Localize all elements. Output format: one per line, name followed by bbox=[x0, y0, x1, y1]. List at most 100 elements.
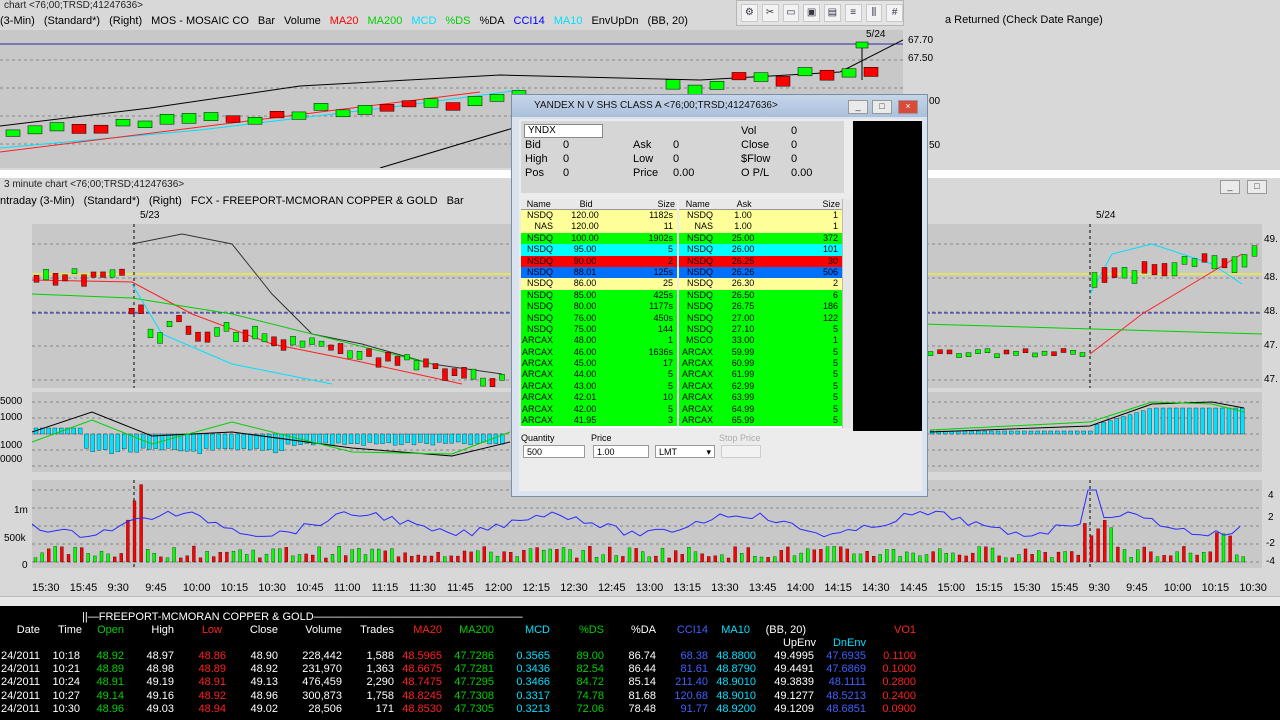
quantity-input[interactable]: 500 bbox=[523, 445, 585, 458]
table-header-cell[interactable]: Open bbox=[92, 624, 124, 637]
table-header-cell[interactable]: %DA bbox=[620, 624, 656, 637]
top-indicator[interactable]: %DS bbox=[445, 15, 470, 27]
main-indicator[interactable]: (Standard*) bbox=[84, 195, 140, 207]
table-header-cell[interactable]: High bbox=[144, 624, 174, 637]
table-header-cell[interactable]: MA200 bbox=[448, 624, 494, 637]
top-indicator[interactable]: (Standard*) bbox=[44, 15, 100, 27]
table-header-cell[interactable]: Close bbox=[248, 624, 278, 637]
book-row[interactable]: NSDQ 88.01 125s bbox=[521, 266, 677, 279]
top-indicator[interactable]: (Right) bbox=[109, 15, 142, 27]
top-indicator[interactable]: EnvUpDn bbox=[591, 15, 638, 27]
minimize-button[interactable]: _ bbox=[1220, 180, 1240, 194]
folder-icon[interactable]: ▭ bbox=[782, 4, 800, 22]
book-row[interactable]: NSDQ 25.00 372 bbox=[679, 232, 842, 245]
top-indicator[interactable]: MA10 bbox=[554, 15, 583, 27]
settings-icon[interactable]: ⚙ bbox=[741, 4, 758, 22]
table-row[interactable]: 24/2011 10:18 48.92 48.97 48.86 48.90 228,442 1… bbox=[0, 650, 1280, 663]
book-row[interactable]: ARCAX 41.95 3 bbox=[521, 415, 677, 427]
symbol-input[interactable]: YNDX bbox=[524, 124, 603, 138]
level2-window[interactable]: YANDEX N V SHS CLASS A <76;00;TRSD;41247… bbox=[511, 94, 928, 497]
level2-titlebar[interactable]: YANDEX N V SHS CLASS A <76;00;TRSD;41247… bbox=[512, 95, 927, 117]
main-indicator[interactable]: FCX - FREEPORT-MCMORAN COPPER & GOLD bbox=[191, 195, 438, 207]
book-row[interactable]: NSDQ 75.00 144 bbox=[521, 323, 677, 336]
right-top-window[interactable]: a Returned (Check Date Range) bbox=[945, 0, 1280, 170]
window-icon[interactable]: ▣ bbox=[803, 4, 820, 22]
table-header-cell[interactable]: Low bbox=[194, 624, 222, 637]
top-indicator[interactable]: (3-Min) bbox=[0, 15, 35, 27]
top-indicator[interactable]: %DA bbox=[479, 15, 504, 27]
book-row[interactable]: ARCAX 61.99 5 bbox=[679, 369, 842, 381]
book-row[interactable]: NSDQ 95.00 5 bbox=[521, 244, 677, 256]
table-row[interactable]: 24/2011 10:24 48.91 49.19 48.91 49.13 476,459 2… bbox=[0, 676, 1280, 689]
book-row[interactable]: ARCAX 60.99 5 bbox=[679, 358, 842, 370]
top-indicator[interactable]: MCD bbox=[411, 15, 436, 27]
table-header-cell[interactable]: MA20 bbox=[400, 624, 442, 637]
top-indicator[interactable]: MA20 bbox=[330, 15, 359, 27]
table-header-cell[interactable]: %DS bbox=[572, 624, 604, 637]
list-icon[interactable]: ≡ bbox=[844, 4, 862, 22]
book-row[interactable]: ARCAX 64.99 5 bbox=[679, 403, 842, 416]
top-indicator[interactable]: MOS - MOSAIC CO bbox=[151, 15, 249, 27]
book-row[interactable]: NSDQ 26.25 30 bbox=[679, 255, 842, 267]
book-row[interactable]: NSDQ 27.00 122 bbox=[679, 312, 842, 324]
tools-icon[interactable]: ✂ bbox=[761, 4, 779, 22]
table-header-cell[interactable]: VO1 bbox=[880, 624, 916, 637]
stop-price-input[interactable] bbox=[721, 445, 761, 458]
grid-icon[interactable]: # bbox=[886, 4, 903, 22]
book-row[interactable]: NSDQ 26.00 101 bbox=[679, 244, 842, 256]
book-row[interactable]: NSDQ 76.00 450s bbox=[521, 312, 677, 324]
book-row[interactable]: ARCAX 62.99 5 bbox=[679, 380, 842, 393]
book-row[interactable]: NSDQ 86.00 25 bbox=[521, 278, 677, 290]
table-header-cell[interactable]: Volume bbox=[300, 624, 342, 637]
maximize-button[interactable]: □ bbox=[1247, 180, 1267, 194]
book-row[interactable]: NSDQ 1.00 1 bbox=[679, 210, 842, 222]
book-row[interactable]: NAS 1.00 1 bbox=[679, 221, 842, 233]
top-indicator[interactable]: CCI14 bbox=[514, 15, 545, 27]
book-row[interactable]: ARCAX 42.01 10 bbox=[521, 392, 677, 404]
table-header-cell[interactable]: Time bbox=[52, 624, 82, 637]
table-row[interactable]: 24/2011 10:30 48.96 49.03 48.94 49.02 28,506 17… bbox=[0, 703, 1280, 716]
doc-icon[interactable]: ▤ bbox=[824, 4, 841, 22]
book-row[interactable]: NSDQ 100.00 1902s bbox=[521, 232, 677, 245]
book-row[interactable]: ARCAX 43.00 5 bbox=[521, 380, 677, 393]
table-header-cell[interactable]: CCI14 bbox=[668, 624, 708, 637]
table-row[interactable]: 24/2011 10:27 49.14 49.16 48.92 48.96 300,873 1… bbox=[0, 690, 1280, 703]
book-row[interactable]: ARCAX 46.00 1636s bbox=[521, 346, 677, 359]
book-row[interactable]: NSDQ 26.30 2 bbox=[679, 278, 842, 290]
book-row[interactable]: NSDQ 80.00 1177s bbox=[521, 301, 677, 313]
book-row[interactable]: ARCAX 63.99 5 bbox=[679, 392, 842, 404]
book-row[interactable]: NSDQ 26.26 506 bbox=[679, 266, 842, 279]
top-indicator[interactable]: MA200 bbox=[367, 15, 402, 27]
close-button[interactable]: × bbox=[898, 100, 918, 114]
columns-icon[interactable]: ⫼ bbox=[865, 4, 883, 22]
time-sales-pane[interactable] bbox=[853, 121, 922, 431]
book-row[interactable]: ARCAX 45.00 17 bbox=[521, 358, 677, 370]
book-row[interactable]: ARCAX 44.00 5 bbox=[521, 369, 677, 381]
table-header-cell[interactable]: (BB, 20) bbox=[752, 624, 806, 637]
book-row[interactable]: NSDQ 26.50 6 bbox=[679, 289, 842, 302]
main-indicator[interactable]: (Right) bbox=[149, 195, 182, 207]
order-type-select[interactable]: LMT ▾ bbox=[655, 445, 715, 458]
book-row[interactable]: NAS 120.00 11 bbox=[521, 221, 677, 233]
main-indicator[interactable]: Bar bbox=[447, 195, 464, 207]
table-header-cell[interactable]: MCD bbox=[512, 624, 550, 637]
main-indicator[interactable]: ntraday (3-Min) bbox=[0, 195, 75, 207]
book-row[interactable]: ARCAX 42.00 5 bbox=[521, 403, 677, 416]
table-row[interactable]: 24/2011 10:21 48.89 48.98 48.89 48.92 231,970 1… bbox=[0, 663, 1280, 676]
book-row[interactable]: NSDQ 26.75 186 bbox=[679, 301, 842, 313]
book-row[interactable]: MSCO 33.00 1 bbox=[679, 335, 842, 347]
book-row[interactable]: NSDQ 90.00 2 bbox=[521, 255, 677, 267]
maximize-button[interactable]: □ bbox=[872, 100, 892, 114]
book-row[interactable]: NSDQ 85.00 425s bbox=[521, 289, 677, 302]
book-row[interactable]: ARCAX 65.99 5 bbox=[679, 415, 842, 427]
top-indicator[interactable]: Bar bbox=[258, 15, 275, 27]
table-header-cell[interactable]: Trades bbox=[354, 624, 394, 637]
table-header-cell[interactable]: MA10 bbox=[712, 624, 750, 637]
book-row[interactable]: ARCAX 48.00 1 bbox=[521, 335, 677, 347]
top-indicator[interactable]: (BB, 20) bbox=[648, 15, 688, 27]
book-scrollbar[interactable] bbox=[842, 199, 851, 428]
book-row[interactable]: NSDQ 120.00 1182s bbox=[521, 210, 677, 222]
table-header-cell[interactable]: Date bbox=[0, 624, 40, 637]
book-row[interactable]: ARCAX 59.99 5 bbox=[679, 346, 842, 359]
book-row[interactable]: NSDQ 27.10 5 bbox=[679, 323, 842, 336]
